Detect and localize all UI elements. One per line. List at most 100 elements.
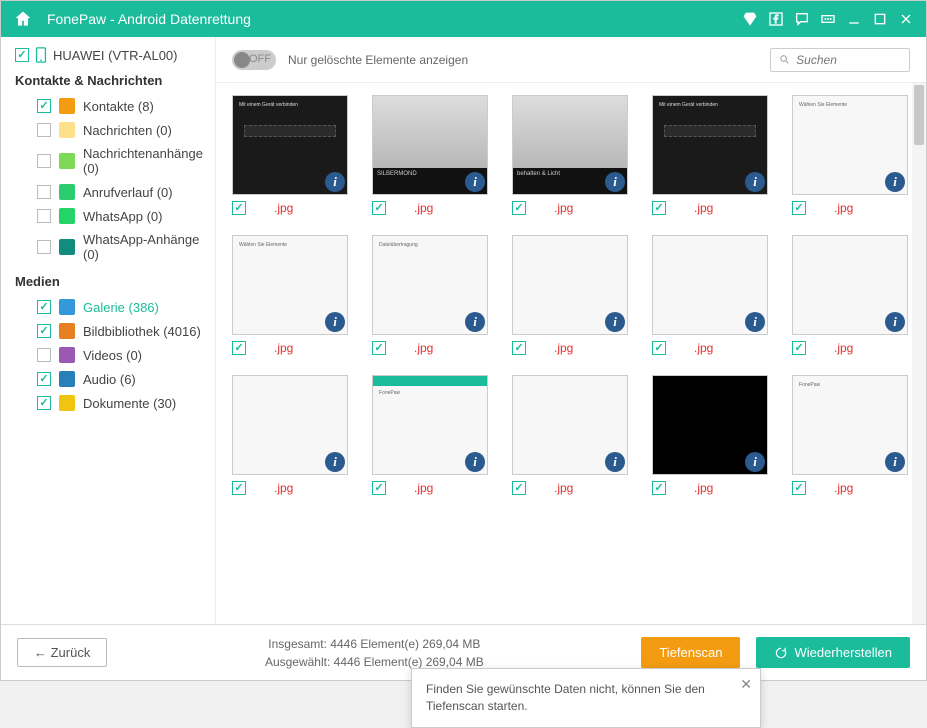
sidebar-category[interactable]: Audio (6): [15, 367, 209, 391]
thumbnail[interactable]: Mit einem Gerät verbindeni: [232, 95, 348, 195]
close-icon[interactable]: [898, 11, 914, 27]
thumbnail[interactable]: Wählen Sie Elementei: [232, 235, 348, 335]
sidebar-category[interactable]: Videos (0): [15, 343, 209, 367]
sidebar: HUAWEI (VTR-AL00) Kontakte & Nachrichten…: [1, 37, 216, 624]
device-checkbox[interactable]: [15, 48, 29, 62]
sidebar-category[interactable]: Galerie (386): [15, 295, 209, 319]
search-input[interactable]: [796, 53, 901, 67]
thumbnail-scroll[interactable]: Mit einem Gerät verbindeni .jpg SILBERMOND…: [216, 83, 926, 624]
info-icon[interactable]: i: [605, 172, 625, 192]
thumbnail-checkbox[interactable]: [652, 201, 666, 215]
thumbnail-checkbox[interactable]: [792, 481, 806, 495]
sidebar-category[interactable]: Anrufverlauf (0): [15, 180, 209, 204]
info-icon[interactable]: i: [745, 172, 765, 192]
thumbnail-checkbox[interactable]: [512, 341, 526, 355]
thumbnail-checkbox[interactable]: [652, 481, 666, 495]
category-checkbox[interactable]: [37, 154, 51, 168]
thumbnail-checkbox[interactable]: [512, 201, 526, 215]
category-checkbox[interactable]: [37, 300, 51, 314]
category-checkbox[interactable]: [37, 396, 51, 410]
thumbnail[interactable]: behalten & Lichti: [512, 95, 628, 195]
thumbnail[interactable]: FonePawi: [792, 375, 908, 475]
info-icon[interactable]: i: [465, 312, 485, 332]
thumbnail-extension: .jpg: [834, 481, 853, 495]
info-icon[interactable]: i: [325, 312, 345, 332]
info-icon[interactable]: i: [325, 172, 345, 192]
info-icon[interactable]: i: [465, 452, 485, 472]
thumbnail[interactable]: SILBERMONDi: [372, 95, 488, 195]
deleted-only-toggle[interactable]: OFF: [232, 50, 276, 70]
maximize-icon[interactable]: [872, 11, 888, 27]
category-label: Nachrichtenanhänge (0): [83, 146, 209, 176]
thumbnail[interactable]: i: [512, 235, 628, 335]
thumbnail[interactable]: i: [792, 235, 908, 335]
category-checkbox[interactable]: [37, 209, 51, 223]
back-button[interactable]: ← Zurück: [17, 638, 107, 667]
feedback-icon[interactable]: [794, 11, 810, 27]
category-checkbox[interactable]: [37, 324, 51, 338]
minimize-icon[interactable]: [846, 11, 862, 27]
info-icon[interactable]: i: [885, 172, 905, 192]
category-icon: [59, 184, 75, 200]
info-icon[interactable]: i: [465, 172, 485, 192]
thumbnail-checkbox[interactable]: [792, 201, 806, 215]
thumbnail[interactable]: i: [512, 375, 628, 475]
thumbnail-meta: .jpg: [652, 341, 778, 355]
sidebar-category[interactable]: Dokumente (30): [15, 391, 209, 415]
thumbnail-checkbox[interactable]: [372, 341, 386, 355]
info-icon[interactable]: i: [885, 312, 905, 332]
search-box[interactable]: [770, 48, 910, 72]
scrollbar-thumb[interactable]: [914, 85, 924, 145]
info-icon[interactable]: i: [325, 452, 345, 472]
thumbnail[interactable]: i: [652, 235, 768, 335]
tooltip-close-icon[interactable]: ✕: [740, 675, 752, 695]
sidebar-category[interactable]: Nachrichten (0): [15, 118, 209, 142]
info-icon[interactable]: i: [605, 452, 625, 472]
sidebar-category[interactable]: WhatsApp-Anhänge (0): [15, 228, 209, 266]
home-icon[interactable]: [13, 9, 33, 29]
more-icon[interactable]: [820, 11, 836, 27]
facebook-icon[interactable]: [768, 11, 784, 27]
info-icon[interactable]: i: [605, 312, 625, 332]
scrollbar[interactable]: [912, 83, 926, 624]
recover-button[interactable]: Wiederherstellen: [756, 637, 910, 668]
sidebar-category[interactable]: Bildbibliothek (4016): [15, 319, 209, 343]
thumbnail-cell: FonePawi .jpg: [372, 375, 498, 495]
category-checkbox[interactable]: [37, 123, 51, 137]
thumbnail-meta: .jpg: [792, 481, 918, 495]
sidebar-category[interactable]: Kontakte (8): [15, 94, 209, 118]
thumbnail-checkbox[interactable]: [652, 341, 666, 355]
thumbnail[interactable]: i: [652, 375, 768, 475]
category-icon: [59, 395, 75, 411]
thumbnail-meta: .jpg: [372, 481, 498, 495]
category-checkbox[interactable]: [37, 240, 51, 254]
deepscan-button[interactable]: Tiefenscan: [641, 637, 740, 668]
sidebar-category[interactable]: Nachrichtenanhänge (0): [15, 142, 209, 180]
sidebar-category[interactable]: WhatsApp (0): [15, 204, 209, 228]
thumbnail-checkbox[interactable]: [512, 481, 526, 495]
category-icon: [59, 98, 75, 114]
thumbnail-checkbox[interactable]: [792, 341, 806, 355]
category-checkbox[interactable]: [37, 372, 51, 386]
thumbnail[interactable]: Mit einem Gerät verbindeni: [652, 95, 768, 195]
info-icon[interactable]: i: [885, 452, 905, 472]
diamond-icon[interactable]: [742, 11, 758, 27]
thumbnail[interactable]: i: [232, 375, 348, 475]
thumbnail[interactable]: Dateiübertragungi: [372, 235, 488, 335]
thumbnail-checkbox[interactable]: [372, 201, 386, 215]
thumbnail-extension: .jpg: [274, 481, 293, 495]
category-icon: [59, 122, 75, 138]
info-icon[interactable]: i: [745, 312, 765, 332]
info-icon[interactable]: i: [745, 452, 765, 472]
category-checkbox[interactable]: [37, 185, 51, 199]
device-row[interactable]: HUAWEI (VTR-AL00): [15, 47, 209, 63]
thumbnail-checkbox[interactable]: [232, 481, 246, 495]
thumbnail-meta: .jpg: [512, 201, 638, 215]
thumbnail[interactable]: FonePawi: [372, 375, 488, 475]
thumbnail-checkbox[interactable]: [232, 201, 246, 215]
thumbnail-checkbox[interactable]: [232, 341, 246, 355]
category-checkbox[interactable]: [37, 99, 51, 113]
thumbnail-checkbox[interactable]: [372, 481, 386, 495]
category-checkbox[interactable]: [37, 348, 51, 362]
thumbnail[interactable]: Wählen Sie Elementei: [792, 95, 908, 195]
